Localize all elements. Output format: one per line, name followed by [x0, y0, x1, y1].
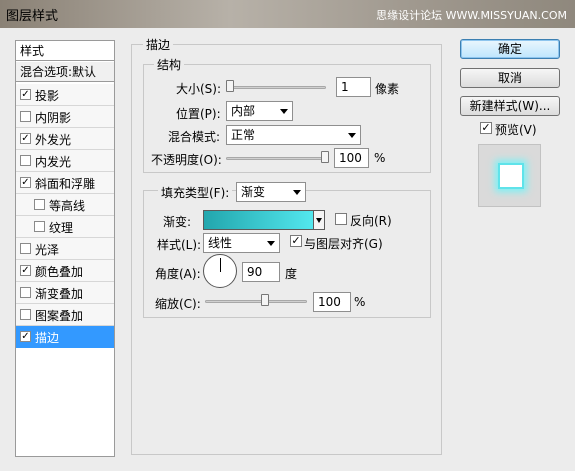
align-with-layer-checkbox[interactable]: ✓ [290, 235, 302, 247]
blend-mode-value: 正常 [231, 128, 256, 142]
style-item-label: 外发光 [35, 133, 72, 147]
opacity-label: 不透明度(O): [151, 153, 222, 167]
opacity-slider-thumb[interactable] [321, 151, 329, 163]
fill-type-label: 填充类型(F): [158, 184, 233, 201]
scale-label: 缩放(C): [155, 297, 201, 311]
size-unit: 像素 [375, 82, 400, 96]
style-item-label: 描边 [35, 331, 60, 345]
preview-thumbnail [498, 163, 524, 189]
style-item-label: 纹理 [49, 221, 74, 235]
chevron-down-icon [280, 109, 288, 114]
new-style-button[interactable]: 新建样式(W)... [460, 96, 560, 116]
cancel-button[interactable]: 取消 [460, 68, 560, 88]
style-item-label: 投影 [35, 89, 60, 103]
style-item-checkbox[interactable]: ✓ [20, 133, 31, 144]
angle-dial[interactable] [203, 254, 237, 288]
angle-unit: 度 [285, 267, 298, 281]
style-item[interactable]: 纹理 [16, 216, 114, 238]
chevron-down-icon [348, 133, 356, 138]
scale-slider-thumb[interactable] [261, 294, 269, 306]
title-bar[interactable]: 图层样式 思缘设计论坛 WWW.MISSYUAN.COM [0, 0, 575, 28]
style-item-label: 内阴影 [35, 111, 72, 125]
style-item-label: 斜面和浮雕 [35, 177, 96, 191]
reverse-checkbox[interactable] [335, 213, 347, 225]
style-item-label: 光泽 [35, 243, 60, 257]
styles-list: 样式 混合选项:默认 ✓ 投影内阴影 ✓ 外发光内发光 ✓ 斜面和浮雕等高线纹理光泽 ✓ 颜色… [15, 40, 115, 457]
scale-unit: % [354, 295, 366, 309]
angle-input[interactable]: 90 [242, 262, 280, 282]
ok-button[interactable]: 确定 [460, 39, 560, 59]
fill-type-select[interactable]: 渐变 [236, 182, 306, 202]
angle-label: 角度(A): [155, 267, 201, 281]
style-item[interactable]: 光泽 [16, 238, 114, 260]
blend-mode-label: 混合模式: [168, 130, 221, 144]
style-item[interactable]: 等高线 [16, 194, 114, 216]
style-item-label: 颜色叠加 [35, 265, 84, 279]
style-item-checkbox[interactable]: ✓ [20, 177, 31, 188]
size-slider-track[interactable] [226, 86, 326, 89]
reverse-label: 反向(R) [350, 214, 392, 228]
style-item-checkbox[interactable]: ✓ [20, 265, 31, 276]
style-item-checkbox[interactable] [20, 155, 31, 166]
style-value: 线性 [208, 236, 233, 250]
blending-options-item[interactable]: 混合选项:默认 [16, 62, 114, 82]
chevron-down-icon [267, 241, 275, 246]
angle-needle [220, 258, 221, 272]
style-item-checkbox[interactable] [20, 287, 31, 298]
style-item-label: 图案叠加 [35, 309, 84, 323]
size-label: 大小(S): [176, 82, 222, 96]
preview-checkbox[interactable]: ✓ [480, 122, 492, 134]
scale-input[interactable]: 100 [313, 292, 351, 312]
position-label: 位置(P): [176, 107, 221, 121]
stroke-title: 描边 [143, 36, 174, 53]
checkmark-icon: ✓ [481, 121, 491, 134]
opacity-unit: % [374, 151, 386, 165]
style-item[interactable]: ✓ 描边 [16, 326, 114, 348]
scale-slider-track[interactable] [205, 300, 307, 303]
style-item-checkbox[interactable] [34, 221, 45, 232]
style-item-label: 内发光 [35, 155, 72, 169]
chevron-down-icon [316, 218, 322, 223]
size-slider-thumb[interactable] [226, 80, 234, 92]
structure-legend: 结构 [154, 56, 185, 73]
style-item[interactable]: ✓ 外发光 [16, 128, 114, 150]
opacity-slider-track[interactable] [226, 157, 329, 160]
style-item-checkbox[interactable]: ✓ [20, 89, 31, 100]
style-item-checkbox[interactable] [20, 309, 31, 320]
style-item-checkbox[interactable] [20, 243, 31, 254]
gradient-label: 渐变: [163, 215, 192, 229]
gradient-dropdown[interactable] [313, 210, 325, 230]
style-item-label: 渐变叠加 [35, 287, 84, 301]
style-item-checkbox[interactable]: ✓ [20, 331, 31, 342]
style-item[interactable]: 内发光 [16, 150, 114, 172]
fill-type-value: 渐变 [241, 185, 266, 199]
opacity-input[interactable]: 100 [334, 148, 369, 168]
watermark: 思缘设计论坛 WWW.MISSYUAN.COM [376, 9, 567, 22]
position-select[interactable]: 内部 [226, 101, 293, 121]
style-item-checkbox[interactable] [34, 199, 45, 210]
style-preview [478, 144, 541, 207]
gradient-swatch[interactable] [203, 210, 314, 230]
style-label: 样式(L): [157, 238, 202, 252]
checkmark-icon: ✓ [291, 234, 301, 247]
style-item[interactable]: 渐变叠加 [16, 282, 114, 304]
style-select[interactable]: 线性 [203, 233, 280, 253]
align-with-layer-label: 与图层对齐(G) [304, 237, 383, 251]
style-item[interactable]: ✓ 斜面和浮雕 [16, 172, 114, 194]
style-item[interactable]: ✓ 颜色叠加 [16, 260, 114, 282]
preview-label: 预览(V) [495, 123, 537, 137]
size-input[interactable]: 1 [336, 77, 371, 97]
style-item[interactable]: 内阴影 [16, 106, 114, 128]
chevron-down-icon [293, 190, 301, 195]
style-item-label: 等高线 [49, 199, 86, 213]
position-value: 内部 [231, 104, 256, 118]
style-item[interactable]: 图案叠加 [16, 304, 114, 326]
style-item-checkbox[interactable] [20, 111, 31, 122]
style-item[interactable]: ✓ 投影 [16, 84, 114, 106]
blend-mode-select[interactable]: 正常 [226, 125, 361, 145]
styles-header[interactable]: 样式 [16, 41, 114, 61]
window-title: 图层样式 [6, 9, 59, 24]
